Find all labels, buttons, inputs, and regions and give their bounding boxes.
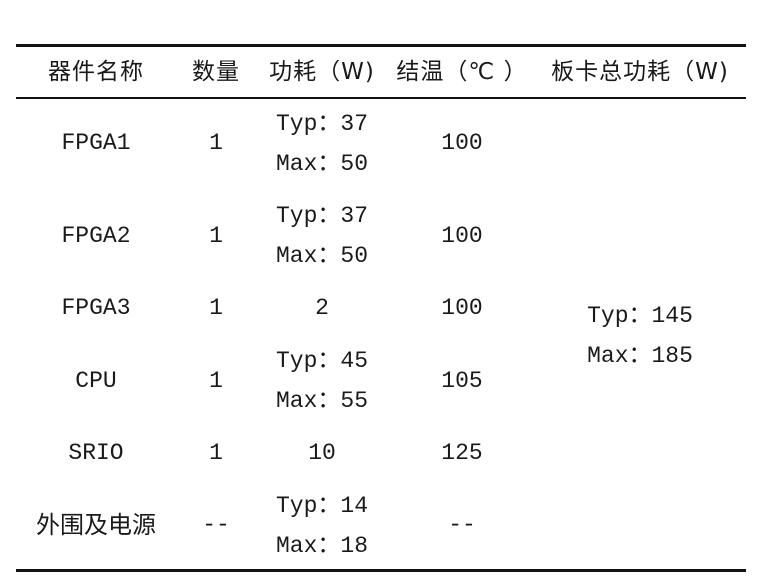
power-max: Max：50	[275, 243, 369, 269]
power-typ: Typ：37	[275, 111, 369, 137]
quantity: 1	[209, 368, 223, 394]
junction-temp: 100	[441, 223, 483, 249]
component-name: FPGA1	[61, 130, 131, 156]
power-value: 10	[308, 440, 336, 466]
power-value: Typ：14 Max：18	[276, 486, 368, 566]
header-quantity: 数量	[192, 59, 240, 85]
quantity: --	[202, 512, 230, 538]
power-max: Max：18	[275, 533, 369, 559]
junction-temp: 105	[441, 368, 483, 394]
quantity: 1	[209, 223, 223, 249]
component-name: FPGA3	[61, 295, 131, 321]
component-name: FPGA2	[61, 223, 131, 249]
board-total-power: Typ：145 Max：185	[587, 296, 693, 376]
header-junction-temp: 结温（℃ ）	[396, 59, 528, 85]
table-header-rule	[16, 97, 746, 99]
power-value: 2	[315, 295, 329, 321]
table-top-rule	[16, 44, 746, 47]
header-board-total-power: 板卡总功耗（W)	[551, 59, 729, 85]
junction-temp: --	[448, 512, 476, 538]
power-value: Typ：45 Max：55	[276, 341, 368, 421]
quantity: 1	[209, 130, 223, 156]
quantity: 1	[209, 295, 223, 321]
quantity: 1	[209, 440, 223, 466]
power-max: Max：50	[275, 151, 369, 177]
header-component-name: 器件名称	[48, 59, 144, 85]
power-value: Typ：37 Max：50	[276, 104, 368, 184]
board-total-max: Max：185	[587, 343, 693, 369]
junction-temp: 100	[441, 295, 483, 321]
table-bottom-rule	[16, 569, 746, 572]
header-power: 功耗（W)	[269, 59, 375, 85]
board-total-typ: Typ：145	[587, 303, 693, 329]
component-name: SRIO	[68, 440, 124, 466]
component-name: CPU	[75, 368, 117, 394]
power-typ: Typ：45	[275, 348, 369, 374]
power-typ: Typ：14	[275, 493, 369, 519]
power-max: Max：55	[275, 388, 369, 414]
power-typ: Typ：37	[275, 203, 369, 229]
junction-temp: 100	[441, 130, 483, 156]
junction-temp: 125	[441, 440, 483, 466]
component-name: 外围及电源	[36, 511, 156, 539]
power-value: Typ：37 Max：50	[276, 196, 368, 276]
